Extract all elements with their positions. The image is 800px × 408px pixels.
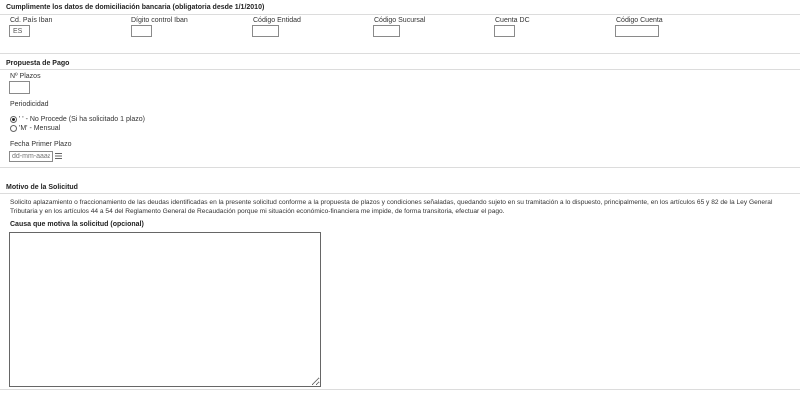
iban-country-label: Cd. País Iban [10, 17, 53, 24]
calendar-icon[interactable] [55, 153, 62, 159]
account-dc-label: Cuenta DC [495, 17, 530, 24]
radio-option-mensual[interactable]: 'M' - Mensual [10, 125, 60, 132]
causa-textarea[interactable] [9, 232, 321, 387]
iban-country-input[interactable] [9, 25, 30, 37]
plazos-label: Nº Plazos [10, 73, 41, 80]
radio-unchecked-icon[interactable] [10, 125, 17, 132]
radio-option-label: ' ' - No Procede (Si ha solicitado 1 pla… [19, 116, 146, 123]
divider [0, 14, 800, 15]
radio-option-label: 'M' - Mensual [19, 125, 61, 132]
branch-code-input[interactable] [373, 25, 400, 37]
account-code-input[interactable] [615, 25, 659, 37]
divider [0, 167, 800, 168]
divider [0, 389, 800, 390]
fecha-primer-plazo-label: Fecha Primer Plazo [10, 141, 72, 148]
periodicidad-label: Periodicidad [10, 101, 49, 108]
payment-section-title: Propuesta de Pago [6, 60, 70, 67]
iban-check-digit-input[interactable] [131, 25, 152, 37]
motivo-section-title: Motivo de la Solicitud [6, 184, 78, 191]
plazos-input[interactable] [9, 81, 30, 94]
account-code-label: Código Cuenta [616, 17, 663, 24]
account-dc-input[interactable] [494, 25, 515, 37]
fecha-primer-plazo-input[interactable] [9, 151, 53, 162]
radio-checked-icon[interactable] [10, 116, 17, 123]
divider [0, 193, 800, 194]
iban-check-digit-label: Dígito control Iban [131, 17, 188, 24]
divider [0, 69, 800, 70]
bank-section-title: Cumplimente los datos de domiciliación b… [6, 4, 265, 11]
bank-entity-input[interactable] [252, 25, 279, 37]
causa-label: Causa que motiva la solicitud (opcional) [10, 221, 144, 228]
radio-option-no-procede[interactable]: ' ' - No Procede (Si ha solicitado 1 pla… [10, 116, 145, 123]
motivo-description: Solicito aplazamiento o fraccionamiento … [10, 199, 773, 215]
divider [0, 53, 800, 54]
branch-code-label: Código Sucursal [374, 17, 426, 24]
bank-entity-label: Código Entidad [253, 17, 301, 24]
